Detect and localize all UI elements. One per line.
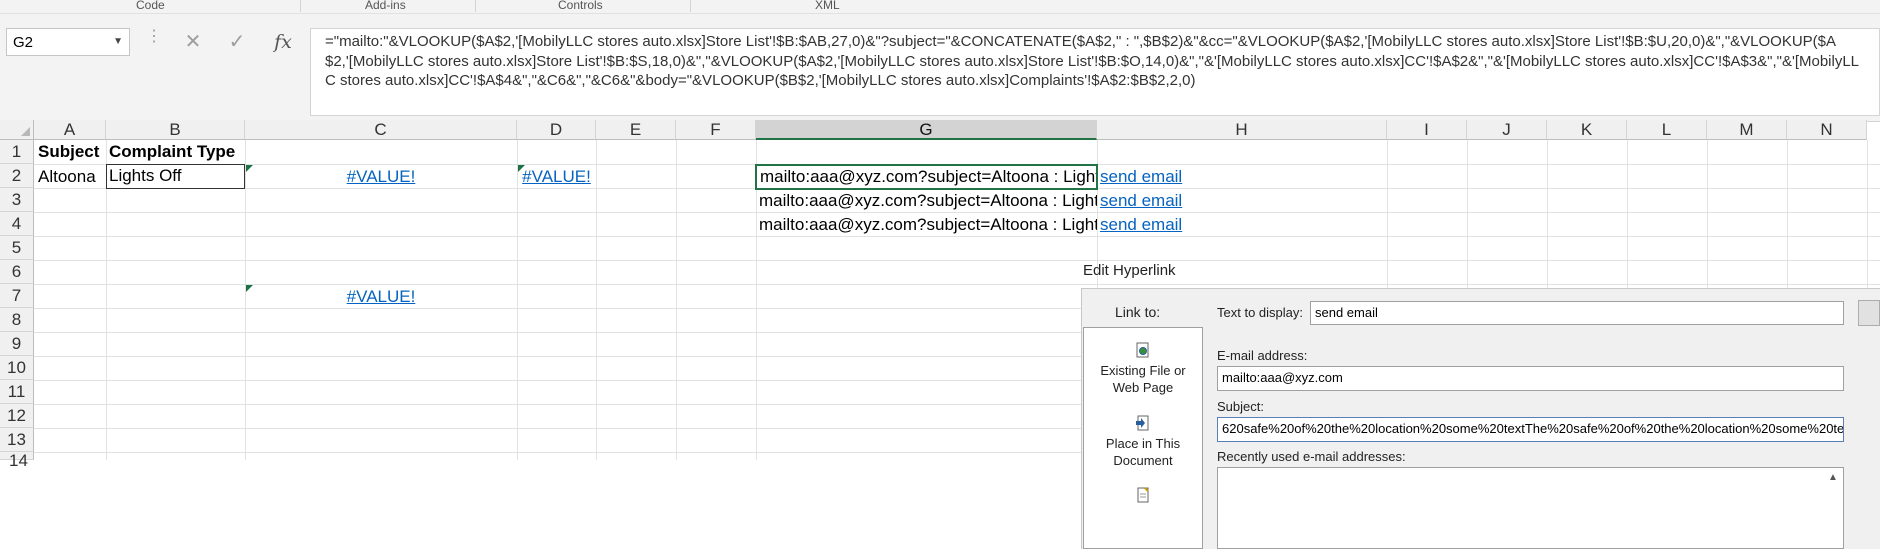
link-to-pane: Existing File or Web Page Place in This …	[1083, 327, 1203, 549]
ribbon-separator	[690, 0, 691, 12]
link-to-existing-file-line2: Web Page	[1112, 380, 1174, 395]
cell-c2-link[interactable]: #VALUE!	[245, 165, 517, 189]
place-in-document-icon	[1136, 415, 1149, 431]
recent-email-addresses-label: Recently used e-mail addresses:	[1217, 449, 1406, 464]
dialog-title: Edit Hyperlink	[1083, 262, 1176, 279]
cancel-formula-button[interactable]: ✕	[178, 28, 208, 56]
existing-file-icon	[1136, 342, 1149, 358]
ribbon-group-code: Code	[136, 0, 165, 12]
column-header-b[interactable]: B	[106, 120, 245, 140]
column-header-f[interactable]: F	[676, 120, 756, 140]
text-to-display-label: Text to display:	[1217, 305, 1303, 320]
scroll-up-icon[interactable]: ▲	[1825, 470, 1841, 486]
row-header[interactable]: 12	[0, 404, 34, 428]
row-header[interactable]: 3	[0, 188, 34, 212]
new-document-icon	[1137, 487, 1149, 503]
cell-b2[interactable]: Lights Off	[106, 164, 245, 189]
row-header[interactable]: 4	[0, 212, 34, 236]
link-to-existing-file[interactable]: Existing File or Web Page	[1084, 342, 1202, 396]
ribbon-group-add-ins: Add-ins	[365, 0, 406, 12]
subject-label: Subject:	[1217, 399, 1264, 414]
column-header-h[interactable]: H	[1097, 120, 1387, 140]
row-header[interactable]: 14	[0, 451, 34, 470]
column-header-i[interactable]: I	[1387, 120, 1467, 140]
link-to-place-in-document[interactable]: Place in This Document	[1084, 415, 1202, 469]
cell-b1[interactable]: Complaint Type	[109, 140, 235, 164]
formula-bar-area: G2 ▼ ⋮ ✕ ✓ fx ="mailto:"&VLOOKUP($A$2,'[…	[0, 14, 1880, 122]
ribbon-group-xml: XML	[815, 0, 840, 12]
select-all-button[interactable]	[0, 120, 34, 140]
email-address-input[interactable]: mailto:aaa@xyz.com	[1217, 366, 1844, 391]
enter-formula-button[interactable]: ✓	[222, 28, 252, 56]
row-header[interactable]: 2	[0, 164, 34, 188]
cell-h2-link[interactable]: send email	[1100, 165, 1182, 189]
checkmark-icon: ✓	[228, 31, 246, 53]
formula-input[interactable]: ="mailto:"&VLOOKUP($A$2,'[MobilyLLC stor…	[310, 28, 1880, 116]
link-to-place-line1: Place in This	[1105, 436, 1181, 451]
column-header-c[interactable]: C	[245, 120, 517, 140]
ribbon-separator	[475, 0, 476, 12]
text-to-display-input[interactable]: send email	[1310, 301, 1844, 325]
cell-a2[interactable]: Altoona	[38, 165, 96, 189]
screen-tip-button[interactable]	[1858, 300, 1880, 326]
row-header[interactable]: 10	[0, 356, 34, 380]
column-header-g[interactable]: G	[756, 120, 1097, 140]
cell-h4-link[interactable]: send email	[1100, 213, 1182, 237]
subject-input[interactable]: 620safe%20of%20the%20location%20some%20t…	[1217, 417, 1844, 442]
row-header[interactable]: 5	[0, 236, 34, 260]
row-header[interactable]: 6	[0, 260, 34, 284]
column-header-d[interactable]: D	[517, 120, 596, 140]
column-header-k[interactable]: K	[1547, 120, 1627, 140]
column-header-m[interactable]: M	[1707, 120, 1787, 140]
row-header[interactable]: 9	[0, 332, 34, 356]
email-address-label: E-mail address:	[1217, 348, 1308, 363]
link-to-label: Link to:	[1115, 304, 1161, 320]
link-to-place-line2: Document	[1113, 453, 1173, 468]
cell-d2-link[interactable]: #VALUE!	[517, 165, 596, 189]
name-box-value: G2	[13, 34, 34, 51]
ribbon-group-labels: Code Add-ins Controls XML	[0, 0, 1880, 14]
row-header[interactable]: 7	[0, 284, 34, 308]
row-header[interactable]: 11	[0, 380, 34, 404]
column-header-n[interactable]: N	[1787, 120, 1867, 140]
column-header-a[interactable]: A	[34, 120, 106, 140]
cell-h3-link[interactable]: send email	[1100, 189, 1182, 213]
insert-function-button[interactable]: fx	[268, 28, 298, 56]
cancel-icon: ✕	[184, 31, 202, 53]
column-header-e[interactable]: E	[596, 120, 676, 140]
link-to-existing-file-line1: Existing File or	[1100, 363, 1186, 378]
cell-g4[interactable]: mailto:aaa@xyz.com?subject=Altoona : Lig…	[759, 213, 1097, 237]
column-header-j[interactable]: J	[1467, 120, 1547, 140]
recent-email-addresses-list[interactable]: ▲	[1217, 467, 1844, 549]
gridline	[34, 260, 1880, 261]
cell-a1[interactable]: Subject	[38, 140, 99, 164]
column-header-l[interactable]: L	[1627, 120, 1707, 140]
ribbon-group-controls: Controls	[558, 0, 603, 12]
link-to-new-document[interactable]	[1084, 487, 1202, 507]
function-icon: fx	[274, 31, 292, 53]
more-options-icon[interactable]: ⋮	[146, 29, 162, 45]
cell-g3[interactable]: mailto:aaa@xyz.com?subject=Altoona : Lig…	[759, 189, 1097, 213]
row-header[interactable]: 1	[0, 140, 34, 164]
chevron-down-icon[interactable]: ▼	[113, 36, 123, 47]
name-box[interactable]: G2 ▼	[6, 28, 130, 56]
row-header[interactable]: 8	[0, 308, 34, 332]
ribbon-separator	[300, 0, 301, 12]
cell-g2-active[interactable]: mailto:aaa@xyz.com?subject=Altoona : Lig…	[755, 164, 1098, 190]
cell-c7-link[interactable]: #VALUE!	[245, 285, 517, 309]
